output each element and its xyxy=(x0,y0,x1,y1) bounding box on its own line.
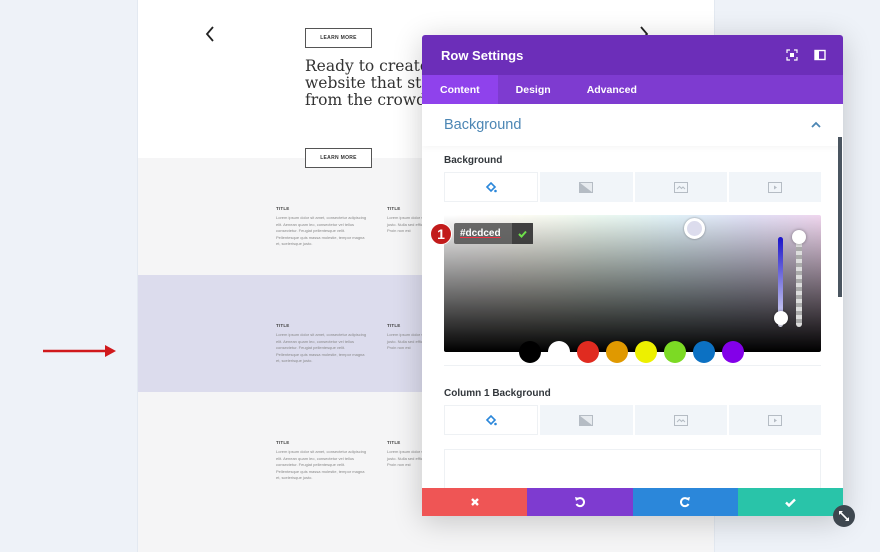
modal-scrollbar[interactable] xyxy=(838,137,842,297)
step-badge: 1 xyxy=(430,223,452,245)
blurb: TITLE Lorem ipsum dolor sit amet, consec… xyxy=(276,323,368,365)
modal-title: Row Settings xyxy=(441,47,524,63)
video-icon xyxy=(767,181,782,193)
hex-input-box: #dcdced xyxy=(454,223,533,244)
close-icon xyxy=(470,498,479,506)
undo-button[interactable] xyxy=(527,488,633,516)
bg-tab-image[interactable] xyxy=(634,172,727,202)
save-button[interactable] xyxy=(737,488,843,516)
color-swatch[interactable] xyxy=(519,341,541,363)
blurb-text: Lorem ipsum dolor sit amet, consectetur … xyxy=(276,449,367,481)
learn-more-button[interactable]: LEARN MORE xyxy=(305,148,372,168)
bg-tab-color[interactable] xyxy=(444,405,539,435)
annotation-arrow-icon xyxy=(43,345,116,357)
color-swatch[interactable] xyxy=(577,341,599,363)
blurb: TITLE Lorem ipsum dolor sit amet, consec… xyxy=(276,206,368,248)
blurb-title: TITLE xyxy=(276,323,290,328)
undo-icon xyxy=(574,497,585,508)
gradient-icon xyxy=(579,181,594,193)
image-icon xyxy=(673,414,688,426)
learn-more-button[interactable]: LEARN MORE xyxy=(305,28,372,48)
background-type-tabs xyxy=(444,172,821,202)
image-icon xyxy=(673,181,688,193)
redo-button[interactable] xyxy=(632,488,738,516)
column-background-type-tabs xyxy=(444,405,821,435)
color-picker[interactable]: 1 #dcdced xyxy=(430,215,821,363)
bg-tab-image[interactable] xyxy=(634,405,727,435)
apply-hex-button[interactable] xyxy=(512,223,533,244)
resize-handle[interactable] xyxy=(833,505,855,527)
color-swatches xyxy=(444,341,821,363)
cancel-button[interactable] xyxy=(422,488,528,516)
background-label: Background xyxy=(444,155,503,166)
modal-tabs: Content Design Advanced xyxy=(422,75,843,104)
gradient-icon xyxy=(579,414,594,426)
color-swatch[interactable] xyxy=(664,341,686,363)
divider xyxy=(444,365,821,366)
split-view-icon[interactable] xyxy=(814,49,826,61)
paint-bucket-icon xyxy=(485,414,497,425)
chevron-up-icon[interactable] xyxy=(811,121,821,129)
blurb-title: TITLE xyxy=(276,206,290,211)
color-swatch[interactable] xyxy=(606,341,628,363)
opacity-slider-handle[interactable] xyxy=(792,230,806,244)
bg-tab-gradient[interactable] xyxy=(540,172,633,202)
row-settings-modal: Row Settings Content Design Advanced Bac… xyxy=(422,35,843,516)
bg-tab-color[interactable] xyxy=(444,172,539,202)
slider-prev-arrow-icon[interactable] xyxy=(204,24,216,44)
color-swatch[interactable] xyxy=(635,341,657,363)
saturation-handle[interactable] xyxy=(684,218,705,239)
modal-body: Background Background 1 #dcdced Column 1… xyxy=(422,104,843,488)
color-swatch[interactable] xyxy=(548,341,570,363)
bg-tab-gradient[interactable] xyxy=(540,405,633,435)
blurb-text: Lorem ipsum dolor sit amet, consectetur … xyxy=(276,215,367,247)
blurb-title: TITLE xyxy=(276,440,290,445)
modal-header[interactable]: Row Settings xyxy=(422,35,843,75)
hue-slider-handle[interactable] xyxy=(774,311,788,325)
color-swatch[interactable] xyxy=(722,341,744,363)
column-1-background-label: Column 1 Background xyxy=(444,388,551,399)
hex-input[interactable]: #dcdced xyxy=(454,223,512,244)
tab-design[interactable]: Design xyxy=(498,75,569,104)
color-swatch[interactable] xyxy=(693,341,715,363)
column-color-area[interactable] xyxy=(444,449,821,488)
redo-icon xyxy=(680,497,691,508)
toggle-title: Background xyxy=(444,117,522,133)
opacity-slider[interactable] xyxy=(796,235,802,327)
bg-tab-video[interactable] xyxy=(728,172,821,202)
check-icon xyxy=(518,230,527,238)
check-icon xyxy=(785,498,796,507)
paint-bucket-icon xyxy=(485,181,497,192)
blurb-text: Lorem ipsum dolor sit amet, consectetur … xyxy=(276,332,367,364)
blurb: TITLE Lorem ipsum dolor sit amet, consec… xyxy=(276,440,368,482)
bg-tab-video[interactable] xyxy=(728,405,821,435)
tab-content[interactable]: Content xyxy=(422,75,498,104)
tab-advanced[interactable]: Advanced xyxy=(569,75,655,104)
modal-footer xyxy=(422,488,843,516)
fullscreen-icon[interactable] xyxy=(786,49,798,61)
video-icon xyxy=(767,414,782,426)
resize-icon xyxy=(839,511,849,521)
background-toggle[interactable]: Background xyxy=(422,104,843,146)
